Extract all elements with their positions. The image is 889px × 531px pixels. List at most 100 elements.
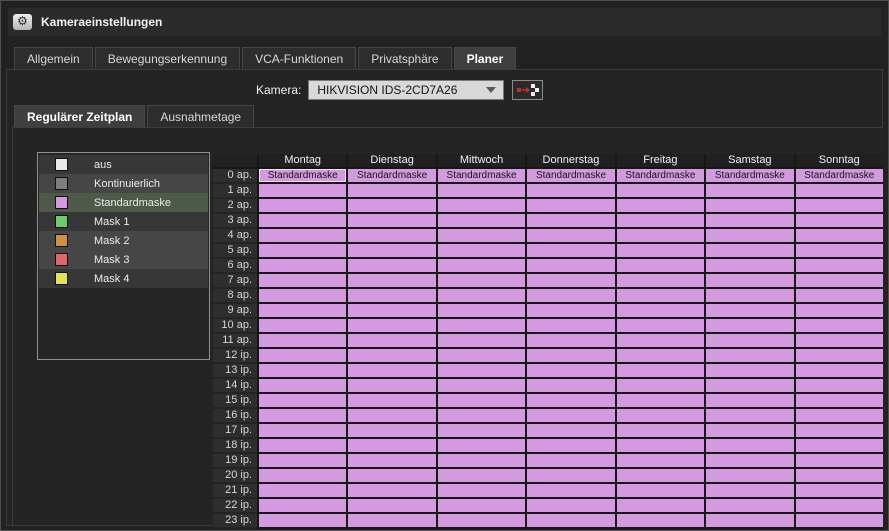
schedule-cell[interactable] bbox=[257, 214, 346, 229]
schedule-cell[interactable] bbox=[346, 394, 435, 409]
schedule-cell[interactable] bbox=[436, 304, 525, 319]
schedule-cell[interactable] bbox=[704, 319, 793, 334]
schedule-cell[interactable] bbox=[257, 439, 346, 454]
schedule-cell[interactable] bbox=[436, 499, 525, 514]
schedule-cell[interactable] bbox=[257, 499, 346, 514]
schedule-cell[interactable] bbox=[346, 454, 435, 469]
schedule-cell[interactable] bbox=[794, 514, 883, 529]
schedule-cell[interactable] bbox=[436, 469, 525, 484]
schedule-cell[interactable] bbox=[794, 469, 883, 484]
schedule-cell[interactable] bbox=[704, 454, 793, 469]
schedule-cell[interactable] bbox=[615, 469, 704, 484]
camera-select[interactable]: HIKVISION IDS-2CD7A26 bbox=[308, 80, 504, 100]
legend-item-mask-4[interactable]: Mask 4 bbox=[39, 269, 208, 288]
schedule-cell[interactable] bbox=[794, 229, 883, 244]
schedule-cell[interactable] bbox=[346, 469, 435, 484]
schedule-cell[interactable] bbox=[704, 484, 793, 499]
schedule-cell[interactable] bbox=[615, 184, 704, 199]
schedule-cell[interactable] bbox=[525, 304, 614, 319]
schedule-cell[interactable] bbox=[436, 379, 525, 394]
schedule-cell[interactable] bbox=[257, 484, 346, 499]
schedule-cell[interactable] bbox=[346, 499, 435, 514]
schedule-cell[interactable] bbox=[704, 409, 793, 424]
schedule-cell[interactable] bbox=[436, 244, 525, 259]
schedule-cell[interactable] bbox=[525, 199, 614, 214]
legend-item-mask-3[interactable]: Mask 3 bbox=[39, 250, 208, 269]
schedule-cell[interactable] bbox=[525, 289, 614, 304]
schedule-cell[interactable] bbox=[525, 259, 614, 274]
schedule-cell[interactable] bbox=[615, 259, 704, 274]
schedule-cell[interactable] bbox=[704, 349, 793, 364]
schedule-cell[interactable] bbox=[704, 199, 793, 214]
schedule-cell[interactable] bbox=[346, 214, 435, 229]
schedule-cell[interactable] bbox=[704, 499, 793, 514]
schedule-cell[interactable] bbox=[346, 304, 435, 319]
legend-item-mask-1[interactable]: Mask 1 bbox=[39, 212, 208, 231]
schedule-cell[interactable] bbox=[794, 199, 883, 214]
schedule-cell[interactable] bbox=[794, 319, 883, 334]
schedule-cell[interactable] bbox=[704, 274, 793, 289]
schedule-cell[interactable] bbox=[794, 259, 883, 274]
schedule-cell[interactable] bbox=[346, 259, 435, 274]
schedule-cell[interactable] bbox=[704, 259, 793, 274]
schedule-cell[interactable] bbox=[346, 409, 435, 424]
schedule-cell[interactable] bbox=[704, 439, 793, 454]
schedule-cell[interactable] bbox=[525, 349, 614, 364]
schedule-cell[interactable] bbox=[525, 394, 614, 409]
schedule-cell[interactable] bbox=[346, 379, 435, 394]
tab-privatsph-re[interactable]: Privatsphäre bbox=[358, 47, 451, 70]
schedule-cell[interactable] bbox=[615, 349, 704, 364]
schedule-cell[interactable] bbox=[615, 289, 704, 304]
schedule-cell[interactable] bbox=[436, 319, 525, 334]
schedule-cell[interactable] bbox=[704, 289, 793, 304]
schedule-cell[interactable] bbox=[794, 379, 883, 394]
schedule-cell[interactable] bbox=[436, 364, 525, 379]
schedule-cell[interactable] bbox=[525, 439, 614, 454]
schedule-cell[interactable] bbox=[436, 259, 525, 274]
schedule-cell[interactable] bbox=[257, 289, 346, 304]
schedule-cell[interactable] bbox=[436, 274, 525, 289]
schedule-cell[interactable] bbox=[257, 394, 346, 409]
schedule-cell[interactable] bbox=[436, 394, 525, 409]
schedule-cell[interactable] bbox=[615, 334, 704, 349]
schedule-cell[interactable] bbox=[436, 289, 525, 304]
schedule-cell[interactable] bbox=[704, 229, 793, 244]
schedule-cell[interactable] bbox=[257, 184, 346, 199]
schedule-cell[interactable] bbox=[525, 379, 614, 394]
schedule-cell[interactable] bbox=[794, 244, 883, 259]
schedule-cell[interactable] bbox=[346, 319, 435, 334]
subtab-regul-rer-zeitplan[interactable]: Regulärer Zeitplan bbox=[14, 105, 145, 128]
schedule-cell[interactable] bbox=[615, 409, 704, 424]
schedule-cell[interactable] bbox=[794, 184, 883, 199]
schedule-cell[interactable] bbox=[257, 349, 346, 364]
schedule-cell[interactable] bbox=[794, 424, 883, 439]
schedule-cell[interactable] bbox=[615, 229, 704, 244]
schedule-cell[interactable] bbox=[257, 364, 346, 379]
schedule-cell[interactable] bbox=[257, 334, 346, 349]
schedule-cell[interactable] bbox=[525, 319, 614, 334]
schedule-cell[interactable] bbox=[704, 469, 793, 484]
schedule-cell[interactable] bbox=[346, 349, 435, 364]
schedule-cell[interactable] bbox=[436, 199, 525, 214]
schedule-cell[interactable] bbox=[346, 274, 435, 289]
schedule-cell[interactable] bbox=[525, 184, 614, 199]
schedule-cell[interactable] bbox=[525, 409, 614, 424]
legend-item-standardmaske[interactable]: Standardmaske bbox=[39, 193, 208, 212]
schedule-cell[interactable] bbox=[615, 304, 704, 319]
schedule-cell[interactable] bbox=[257, 409, 346, 424]
schedule-cell[interactable] bbox=[436, 334, 525, 349]
schedule-cell[interactable] bbox=[346, 514, 435, 529]
schedule-cell[interactable]: Standardmaske bbox=[436, 169, 525, 184]
schedule-cell[interactable] bbox=[794, 409, 883, 424]
schedule-cell[interactable] bbox=[615, 214, 704, 229]
schedule-cell[interactable] bbox=[704, 424, 793, 439]
schedule-cell[interactable] bbox=[525, 274, 614, 289]
schedule-cell[interactable] bbox=[525, 334, 614, 349]
schedule-cell[interactable] bbox=[257, 199, 346, 214]
schedule-cell[interactable] bbox=[525, 499, 614, 514]
schedule-cell[interactable] bbox=[704, 214, 793, 229]
schedule-cell[interactable] bbox=[704, 394, 793, 409]
schedule-cell[interactable] bbox=[704, 184, 793, 199]
schedule-cell[interactable] bbox=[794, 454, 883, 469]
schedule-cell[interactable]: Standardmaske bbox=[525, 169, 614, 184]
